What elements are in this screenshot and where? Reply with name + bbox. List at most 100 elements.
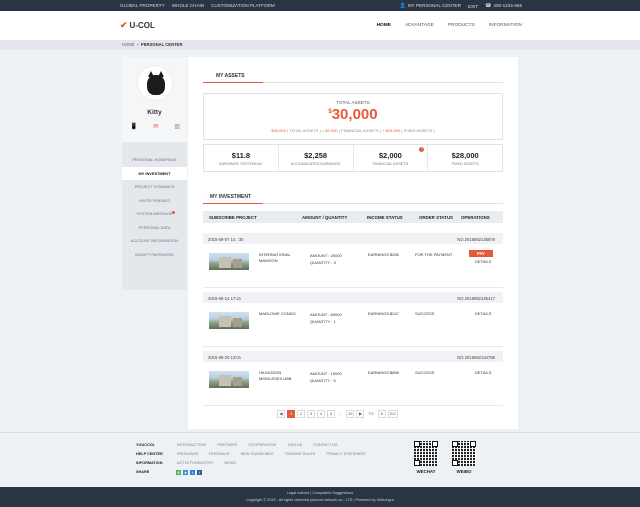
prev-page-icon[interactable]: ◀ [277, 410, 285, 418]
footer-link[interactable]: PARTNERS [217, 443, 237, 447]
tencent-share-icon[interactable]: t [190, 470, 195, 475]
total-assets-label: TOTAL ASSETS [336, 100, 370, 105]
sidebar: Kitty 📱 ✉ ▥ PERSONAL HOMEPAGE MY INVESTM… [122, 57, 187, 290]
breadcrumb-separator-icon: » [136, 42, 139, 47]
amount-quantity: AMOUNT : 10000 QUANTITY : 5 [310, 371, 342, 383]
wechat-share-icon[interactable]: ✉ [176, 470, 181, 475]
sidebar-item-personal-data[interactable]: PERSONAL DATA [122, 221, 187, 235]
order-date: 2015-09-07 14 : 30 [208, 236, 244, 242]
footer-link[interactable]: ACTIVITYINDUSTRY [177, 461, 213, 465]
go-button[interactable]: GO [387, 410, 398, 418]
details-link[interactable]: DETAILS [475, 370, 491, 375]
col-operations: OPERATIONS [461, 215, 490, 220]
order-header: 2015-06-20 13:01 NO.2016082134785 [203, 351, 503, 362]
footer-link[interactable]: TRADING RULES [285, 452, 316, 456]
amount-quantity: AMOUNT : 20000 QUANTITY : 3 [310, 253, 342, 265]
sidebar-item-account-information[interactable]: ACCOUNT INFORMATION [122, 234, 187, 248]
order-date: 2015-06-20 13:01 [208, 354, 242, 360]
order-status: SUCCESS [415, 370, 435, 375]
footer-link[interactable]: CONTACT US [313, 443, 337, 447]
page-10[interactable]: 10 [346, 410, 355, 418]
sidebar-item-system-message[interactable]: SYSTEM MESSAGE [122, 207, 187, 221]
footer-link[interactable]: INTRODUCTION [177, 443, 206, 447]
top-link-whole-chain[interactable]: WHOLE CHAIN [172, 3, 204, 8]
top-link-global-property[interactable]: GLOBAL PROPERTY [120, 3, 165, 8]
id-card-icon[interactable]: ▥ [174, 123, 180, 130]
nav-information[interactable]: INFORMATION [489, 23, 522, 28]
page-4[interactable]: 4 [317, 410, 325, 418]
weibo-qr-code [452, 441, 476, 466]
exit-link[interactable]: EXIT [468, 4, 478, 9]
property-thumbnail[interactable] [209, 312, 249, 329]
investment-table-header: SUBSCRIBE PROJECT AMOUNT / QUANTITY INCO… [203, 211, 503, 223]
page-3[interactable]: 3 [307, 410, 315, 418]
order-number: NO.2016082134785 [457, 354, 495, 360]
col-amount-quantity: AMOUNT / QUANTITY [302, 215, 348, 220]
assets-section-title: MY ASSETS [216, 73, 245, 79]
project-name[interactable]: HILINGDON MIDDLESEX,UBB [259, 370, 304, 381]
next-page-icon[interactable]: ▶ [356, 410, 365, 418]
footer-row-share: SHARE [136, 470, 150, 474]
sidebar-item-personal-homepage[interactable]: PERSONAL HOMEPAGE [122, 153, 187, 167]
sidebar-item-modify-password[interactable]: MODIFY PASSWORD [122, 248, 187, 262]
footer [0, 432, 640, 487]
share-icons: ✉ ★ t f [176, 470, 202, 475]
legal-links[interactable]: Legal notices | Complaints Suggestions [0, 491, 640, 495]
footer-link[interactable]: NEWS [224, 461, 235, 465]
breadcrumb: HOME» PERSONAL CENTER [122, 42, 182, 47]
col-income-status: INCOME STATUS [367, 215, 403, 220]
sidebar-item-invite-friends[interactable]: INVITE FRIENDS [122, 194, 187, 208]
footer-link[interactable]: PROBLEMS [177, 452, 198, 456]
facebook-share-icon[interactable]: f [197, 470, 202, 475]
breadcrumb-home[interactable]: HOME [122, 42, 135, 47]
personal-center-link[interactable]: 👤 MY PERSONAL CENTER [400, 3, 461, 9]
page-1[interactable]: 1 [287, 410, 295, 418]
stat-accumulated-earnings: $2,258 ACCUMULATED EARNINGS [279, 145, 354, 171]
page-ellipsis: ... [339, 412, 343, 416]
nav-advantage[interactable]: ADVANTAGE [405, 23, 434, 28]
footer-link[interactable]: NEW GUIDELINES [241, 452, 274, 456]
footer-link[interactable]: FEEDBACK [209, 452, 229, 456]
nav-home[interactable]: HOME [377, 23, 391, 28]
footer-link[interactable]: COOPERATION [248, 443, 276, 447]
main-nav: ✔ U-COL HOME ADVANTAGE PRODUCTS INFORMATI… [0, 11, 640, 40]
nav-products[interactable]: PRODUCTS [448, 23, 475, 28]
total-assets-box: TOTAL ASSETS $30,000 $30,000 ( TOTAL ASS… [203, 93, 503, 140]
project-name[interactable]: INTERNATIONAL MANSION [259, 252, 304, 263]
wechat-qr-code [414, 441, 438, 466]
property-thumbnail[interactable] [209, 253, 249, 270]
avatar[interactable] [137, 65, 173, 101]
copyright: Copyright © 2015 , All rights reserved y… [246, 498, 394, 502]
footer-link[interactable]: JOIN US [287, 443, 302, 447]
total-assets-value: $30,000 [328, 106, 378, 123]
pay-button[interactable]: PAY [469, 250, 493, 257]
order-header: 2015-08-14 17:21 NO.2016082135417 [203, 292, 503, 303]
amount-quantity: AMOUNT : 60000 QUANTITY : 1 [310, 312, 342, 324]
sidebar-item-project-dynamics[interactable]: PROJECT DYNAMICS [122, 180, 187, 194]
property-thumbnail[interactable] [209, 371, 249, 388]
footer-row-help: HELP CENTER PROBLEMS FEEDBACK NEW GUIDEL… [136, 452, 367, 456]
page-5[interactable]: 5 [327, 410, 335, 418]
logo[interactable]: ✔ U-COL [120, 20, 155, 31]
order-status: FOR THE PAYMENT [415, 252, 453, 257]
qzone-share-icon[interactable]: ★ [183, 470, 188, 475]
weibo-label: WEIBO [456, 469, 472, 474]
page-2[interactable]: 2 [297, 410, 305, 418]
details-link[interactable]: DETAILS [475, 311, 491, 316]
project-name[interactable]: MARLOWE CONDO [259, 311, 304, 317]
page-jump-input[interactable]: 8 [377, 410, 386, 418]
order-status: SUCCESS [415, 311, 435, 316]
top-link-customization[interactable]: CUSTOMIZATION PLATFORM [211, 3, 275, 8]
phone-verify-icon[interactable]: 📱 [130, 123, 137, 130]
col-order-status: ORDER STATUS [419, 215, 453, 220]
email-verify-icon[interactable]: ✉ [153, 123, 158, 130]
income-status: EARNINGS:$247 [368, 311, 399, 316]
table-row: 2015-09-07 14 : 30 NO.2016082135879 INTE… [203, 233, 503, 293]
bottom-bar: Legal notices | Complaints Suggestions C… [0, 487, 640, 507]
details-link[interactable]: DETAILS [475, 259, 491, 264]
profile-card: Kitty 📱 ✉ ▥ [122, 57, 187, 142]
income-status: EARNINGS:$285 [368, 252, 399, 257]
stat-financial-assets: $2,000 FINANCIAL ASSETS ? [354, 145, 429, 171]
sidebar-item-my-investment[interactable]: MY INVESTMENT [122, 166, 187, 180]
footer-link[interactable]: PRIVACY STATEMENT [326, 452, 366, 456]
